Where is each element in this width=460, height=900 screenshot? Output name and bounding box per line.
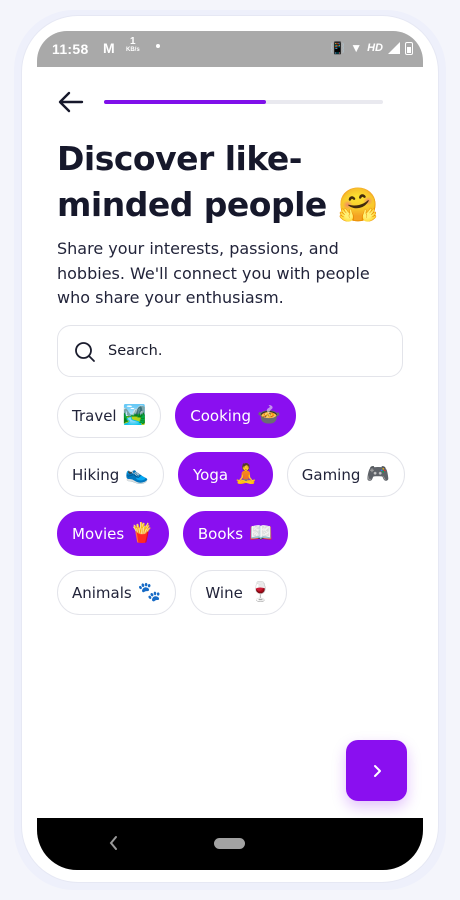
- onboarding-progress-fill: [104, 100, 266, 104]
- popcorn-icon: 🍟: [130, 522, 154, 544]
- pot-of-food-icon: 🍲: [256, 404, 281, 426]
- open-book-icon: 📖: [249, 522, 273, 544]
- status-time: 11:58: [52, 41, 89, 57]
- status-icons: 📳 ▼ HD: [330, 41, 413, 55]
- interest-chip-wine[interactable]: Wine 🍷: [190, 570, 288, 615]
- wifi-icon: ▼: [350, 41, 363, 55]
- chip-label: Books: [197, 524, 244, 543]
- yoga-icon: 🧘: [234, 463, 258, 485]
- paw-prints-icon: 🐾: [137, 581, 162, 603]
- nav-home-button[interactable]: [214, 838, 245, 849]
- interest-chip-hiking[interactable]: Hiking 👟: [57, 452, 165, 497]
- search-box[interactable]: [57, 325, 403, 377]
- arrow-left-icon: [58, 91, 84, 113]
- game-controller-icon: 🎮: [366, 463, 391, 485]
- interest-chip-travel[interactable]: Travel 🏞️: [57, 393, 162, 438]
- interest-chip-gaming[interactable]: Gaming 🎮: [286, 452, 406, 497]
- chip-label: Yoga: [193, 465, 229, 484]
- battery-icon: [405, 41, 413, 55]
- chip-row: Hiking 👟 Yoga 🧘 Gaming 🎮: [57, 452, 407, 497]
- search-input[interactable]: [108, 326, 388, 376]
- network-type: HD: [367, 42, 383, 54]
- chip-row: Animals 🐾 Wine 🍷: [57, 570, 407, 615]
- interest-chip-books[interactable]: Books 📖: [182, 511, 288, 556]
- chip-row: Movies 🍟 Books 📖: [57, 511, 407, 556]
- interest-chip-cooking[interactable]: Cooking 🍲: [175, 393, 296, 438]
- chip-label: Movies: [72, 524, 125, 543]
- chip-label: Travel: [72, 406, 117, 425]
- status-bar: 11:58 M 1 KB/s 📳 ▼ HD: [37, 31, 423, 67]
- page-title: Discover like-minded people 🤗: [57, 139, 379, 224]
- sneaker-icon: 👟: [125, 463, 150, 485]
- chip-label: Hiking: [72, 465, 120, 484]
- interest-chip-animals[interactable]: Animals 🐾: [57, 570, 177, 615]
- system-nav-bar: [37, 818, 423, 870]
- onboarding-progress: [104, 100, 383, 104]
- next-button[interactable]: [346, 740, 407, 801]
- page-subtitle: Share your interests, passions, and hobb…: [57, 239, 370, 307]
- chip-label: Wine: [205, 583, 243, 602]
- signal-icon: [388, 42, 400, 54]
- chip-label: Animals: [72, 583, 132, 602]
- chip-label: Gaming: [301, 465, 361, 484]
- landscape-icon: 🏞️: [122, 404, 147, 426]
- network-speed-unit: KB/s: [126, 47, 140, 53]
- back-button[interactable]: [57, 90, 85, 114]
- nav-back-icon[interactable]: [107, 834, 119, 852]
- interest-chip-movies[interactable]: Movies 🍟: [57, 511, 169, 556]
- vibrate-icon: 📳: [330, 41, 346, 55]
- notification-dot-icon: [156, 44, 160, 48]
- interest-chips: Travel 🏞️ Cooking 🍲 Hiking 👟 Yoga 🧘 Gami…: [57, 393, 407, 629]
- chip-label: Cooking: [190, 406, 251, 425]
- gmail-icon: M: [103, 40, 115, 56]
- interest-chip-yoga[interactable]: Yoga 🧘: [178, 452, 273, 497]
- chip-row: Travel 🏞️ Cooking 🍲: [57, 393, 407, 438]
- app-screen: 11:58 M 1 KB/s 📳 ▼ HD Discover like-mind…: [37, 31, 423, 870]
- network-speed: 1 KB/s: [126, 37, 140, 55]
- search-icon: [75, 342, 95, 362]
- chevron-right-icon: [373, 764, 381, 777]
- wine-icon: 🍷: [248, 581, 273, 603]
